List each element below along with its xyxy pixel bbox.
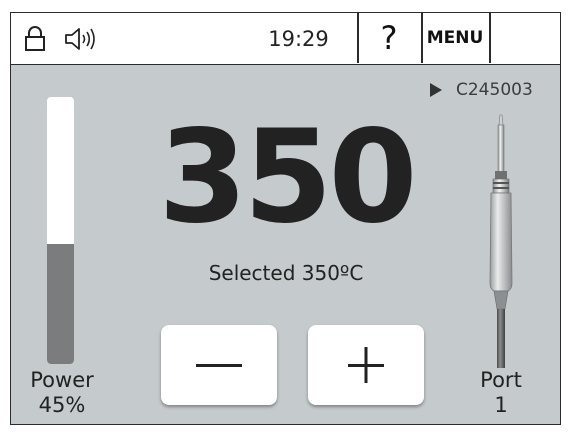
power-value: 45% <box>38 393 86 417</box>
temperature-display: 350 <box>158 103 417 252</box>
increase-temperature-button[interactable] <box>308 325 424 405</box>
status-bar: 19:29 ? MENU <box>11 13 560 65</box>
selected-temperature-text: Selected 350ºC <box>208 261 364 285</box>
lock-icon[interactable] <box>23 26 47 57</box>
port-number: 1 <box>494 393 508 417</box>
soldering-handpiece-icon[interactable] <box>481 113 525 368</box>
decrease-temperature-button[interactable] <box>161 325 277 405</box>
power-bar <box>47 97 74 364</box>
power-bar-fill <box>47 243 74 364</box>
clock: 19:29 <box>268 27 329 51</box>
port-label: Port <box>480 368 522 392</box>
minus-icon <box>196 364 242 367</box>
menu-button[interactable]: MENU <box>421 13 489 63</box>
play-arrow-icon <box>430 83 442 97</box>
plus-icon <box>348 347 384 383</box>
empty-status-slot <box>490 13 560 63</box>
speaker-icon[interactable] <box>63 26 99 57</box>
power-readout: Power 45% <box>17 368 107 418</box>
station-screen: 19:29 ? MENU Power 45% 350 Selected 350º… <box>10 12 561 425</box>
help-button[interactable]: ? <box>358 13 420 63</box>
port-readout: Port 1 <box>456 368 546 418</box>
power-label: Power <box>30 368 94 392</box>
tool-code: C245003 <box>456 80 533 100</box>
